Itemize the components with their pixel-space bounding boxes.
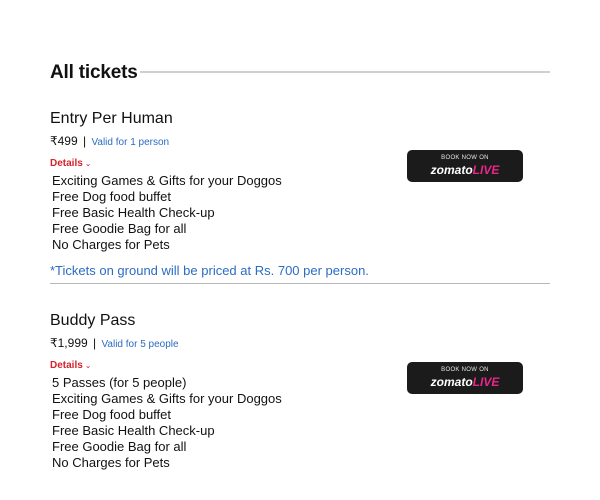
ticket-price: ₹1,999 — [50, 336, 88, 350]
price-separator: | — [83, 134, 87, 148]
section-title: All tickets — [50, 62, 138, 83]
feature-item: Free Goodie Bag for all — [52, 221, 187, 236]
feature-item: Free Dog food buffet — [52, 407, 172, 422]
logo-brand-accent: LIVE — [472, 375, 500, 389]
chevron-down-icon: ⌄ — [84, 159, 92, 168]
zomato-live-logo: zomatoLIVE — [407, 375, 523, 390]
section-title-rule — [140, 71, 550, 73]
zomato-live-logo: zomatoLIVE — [407, 163, 523, 178]
ticket-price-row: ₹1,999 | Valid for 5 people — [50, 335, 550, 353]
logo-brand-accent: LIVE — [472, 163, 500, 177]
logo-brand-main: zomato — [430, 163, 473, 177]
price-separator: | — [93, 336, 97, 350]
ticket-price: ₹499 — [50, 134, 78, 148]
ticket-name: Buddy Pass — [50, 312, 136, 329]
details-toggle[interactable]: Details ⌄ — [50, 360, 92, 372]
feature-list: Exciting Games & Gifts for your Doggos F… — [52, 173, 550, 253]
chevron-down-icon: ⌄ — [84, 361, 92, 370]
feature-item: Free Basic Health Check-up — [52, 423, 215, 438]
ticket-price-row: ₹499 | Valid for 1 person — [50, 133, 550, 151]
ticket-divider — [50, 283, 550, 284]
logo-brand-main: zomato — [430, 375, 473, 389]
details-label: Details — [50, 360, 83, 371]
book-now-label: BOOK NOW ON — [441, 367, 489, 373]
ticket-card-entry-per-human: Entry Per Human ₹499 | Valid for 1 perso… — [50, 110, 550, 279]
book-now-zomato-live-button[interactable]: BOOK NOW ON zomatoLIVE — [407, 362, 523, 394]
book-now-label: BOOK NOW ON — [441, 155, 489, 161]
section-header: All tickets — [50, 60, 550, 86]
ticket-card-buddy-pass: Buddy Pass ₹1,999 | Valid for 5 people D… — [50, 312, 550, 471]
feature-item: Free Basic Health Check-up — [52, 205, 215, 220]
details-toggle[interactable]: Details ⌄ — [50, 158, 92, 170]
book-now-zomato-live-button[interactable]: BOOK NOW ON zomatoLIVE — [407, 150, 523, 182]
details-label: Details — [50, 158, 83, 169]
feature-item: No Charges for Pets — [52, 237, 170, 252]
feature-item: Free Dog food buffet — [52, 189, 172, 204]
ticket-name: Entry Per Human — [50, 110, 173, 127]
ticket-validity: Valid for 5 people — [101, 339, 179, 350]
ticket-note: *Tickets on ground will be priced at Rs.… — [50, 263, 369, 278]
feature-item: No Charges for Pets — [52, 455, 170, 470]
ticket-validity: Valid for 1 person — [91, 137, 170, 148]
feature-item: Free Goodie Bag for all — [52, 439, 187, 454]
